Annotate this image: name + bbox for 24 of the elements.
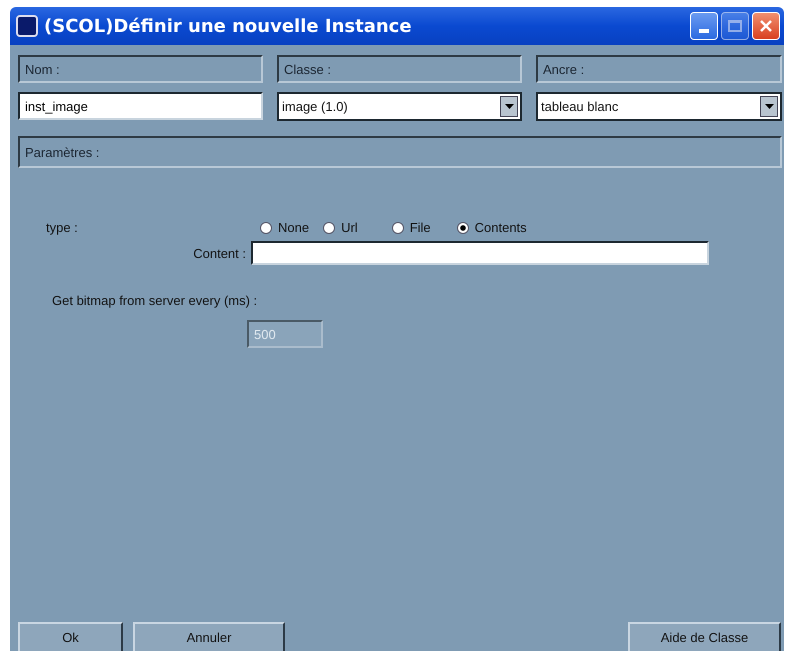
ancre-dropdown[interactable]: tableau blanc (536, 92, 782, 121)
column-header: Nom : (18, 55, 263, 83)
maximize-button[interactable] (721, 12, 749, 40)
radio-option[interactable]: Contents (456, 220, 527, 235)
content-field[interactable] (251, 241, 709, 265)
window-title: (SCOL)Définir une nouvelle Instance (44, 16, 413, 36)
column-header: Ancre : (536, 55, 782, 83)
radio-option[interactable]: None (260, 220, 310, 235)
nom-field[interactable]: inst_image (18, 92, 263, 120)
close-icon (759, 19, 773, 33)
close-button[interactable] (752, 12, 780, 40)
help-button[interactable]: Aide de Classe (628, 622, 781, 651)
cancel-button[interactable]: Annuler (133, 622, 285, 651)
column-header: Classe : (277, 55, 522, 83)
content-label: Content : (192, 246, 247, 260)
ok-button[interactable]: Ok (18, 622, 123, 651)
radio-option[interactable]: Url (323, 220, 358, 235)
classe-dropdown[interactable]: image (1.0) (277, 92, 522, 121)
minimize-button[interactable] (690, 12, 718, 40)
bitmap-interval-label: Get bitmap from server every (ms) : (52, 293, 258, 308)
type-label: type : (46, 220, 79, 235)
app-icon (16, 15, 38, 37)
radio-option[interactable]: File (392, 220, 431, 235)
section-header: Paramètres : (18, 136, 782, 168)
